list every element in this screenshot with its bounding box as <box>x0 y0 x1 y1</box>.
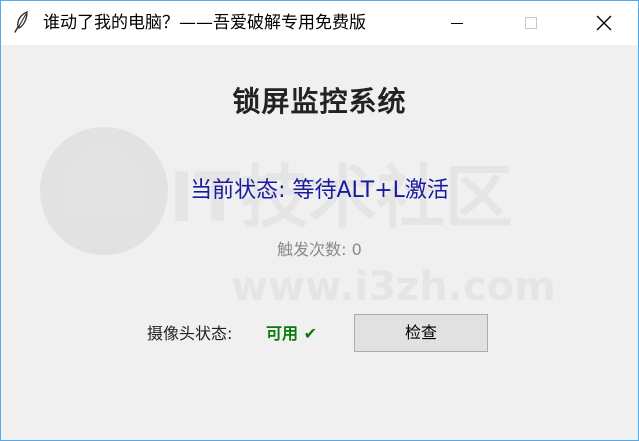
camera-status-label: 摄像头状态: <box>147 324 233 343</box>
trigger-count-value: 0 <box>351 240 362 259</box>
feather-icon <box>11 10 33 34</box>
minimize-icon <box>451 23 463 24</box>
minimize-button[interactable] <box>425 1 489 45</box>
maximize-button[interactable] <box>499 1 563 45</box>
app-window: 谁动了我的电脑？——吾爱破解专用免费版 IT技术社区 www.i3zh.com … <box>0 0 639 441</box>
check-button[interactable]: 检查 <box>354 314 488 352</box>
watermark-text-url: www.i3zh.com <box>231 264 556 310</box>
trigger-count: 触发次数: 0 <box>1 239 638 261</box>
status-text: 当前状态: 等待ALT+L激活 <box>190 178 449 203</box>
window-title: 谁动了我的电脑？——吾爱破解专用免费版 <box>43 13 366 33</box>
page-title: 锁屏监控系统 <box>232 85 407 118</box>
close-icon <box>596 15 612 31</box>
trigger-count-label: 触发次数: <box>277 240 352 259</box>
maximize-icon <box>525 17 537 29</box>
close-button[interactable] <box>572 1 636 45</box>
camera-status-value: 可用 ✔ <box>266 324 317 343</box>
title-bar[interactable]: 谁动了我的电脑？——吾爱破解专用免费版 <box>1 1 638 45</box>
